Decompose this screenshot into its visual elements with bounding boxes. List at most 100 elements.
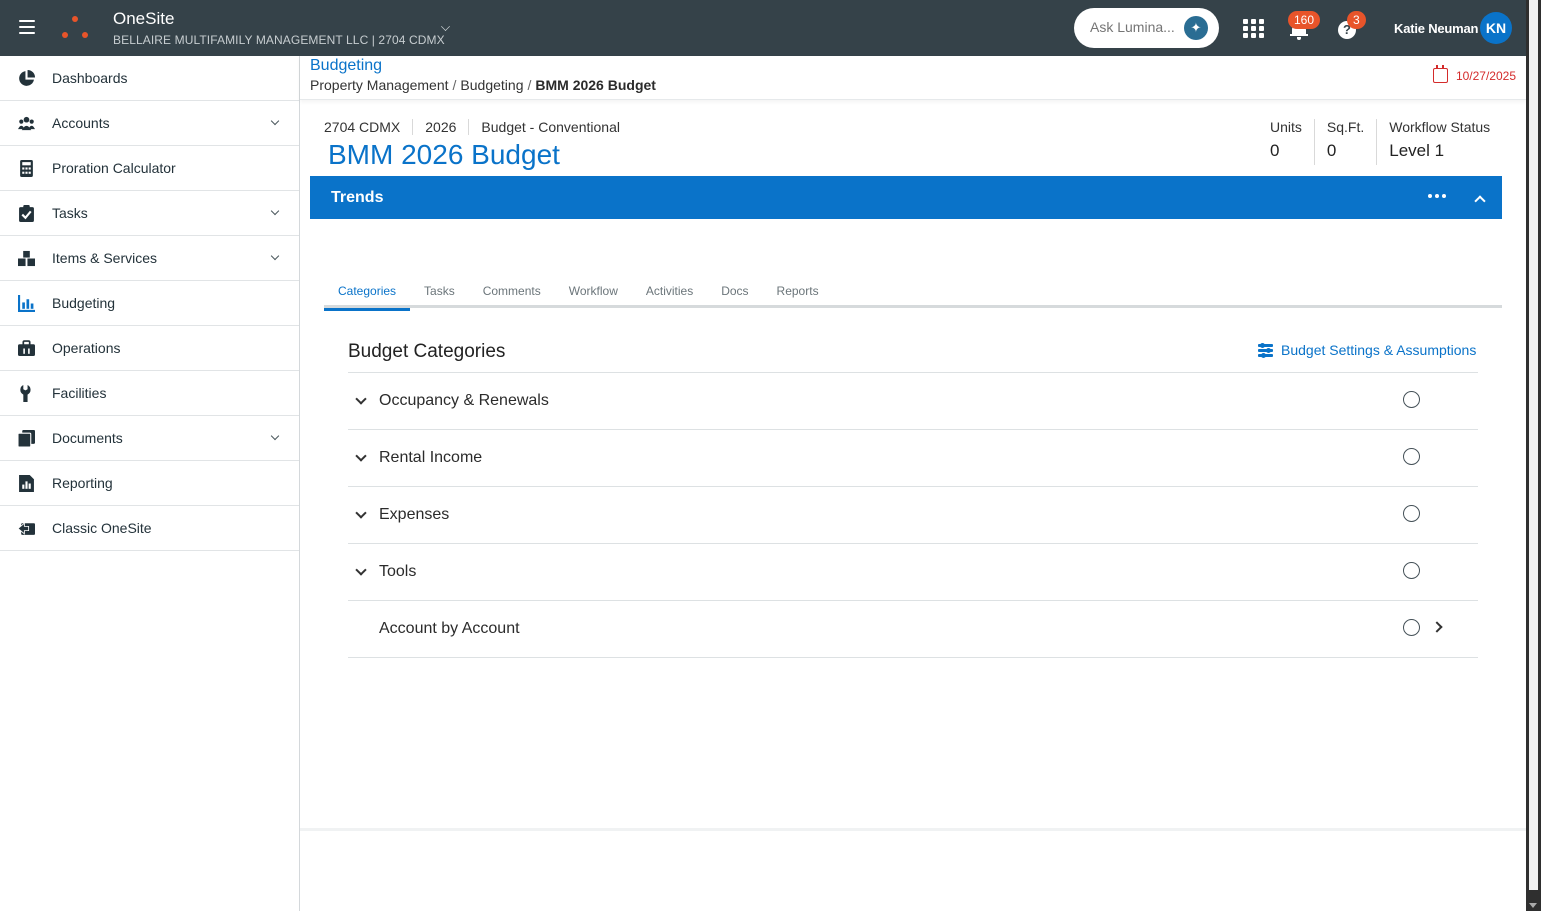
- hamburger-menu-icon[interactable]: [19, 20, 35, 34]
- category-label: Tools: [379, 563, 417, 580]
- sidebar-item-dashboards[interactable]: Dashboards: [0, 56, 299, 101]
- chevron-down-icon[interactable]: [270, 206, 280, 216]
- tab-docs[interactable]: Docs: [707, 280, 762, 308]
- users-icon: [18, 116, 35, 131]
- chevron-right-icon[interactable]: [1431, 621, 1443, 633]
- sidebar-item-budgeting[interactable]: Budgeting: [0, 281, 299, 326]
- trends-panel-header[interactable]: Trends: [310, 176, 1502, 219]
- ask-lumina-input[interactable]: [1090, 19, 1186, 35]
- page-title[interactable]: Budgeting: [310, 57, 382, 75]
- sidebar-item-classic-onesite[interactable]: Classic OneSite: [0, 506, 299, 551]
- category-row-account-by-account[interactable]: Account by Account: [348, 601, 1478, 658]
- stat-units: Units 0: [1258, 119, 1314, 165]
- category-row-occupancy-renewals[interactable]: Occupancy & Renewals: [348, 373, 1478, 430]
- scrollbar-thumb[interactable]: [1529, 0, 1538, 890]
- sidebar: Dashboards Accounts Proration Calculator…: [0, 56, 300, 911]
- year-label: 2026: [412, 119, 468, 135]
- top-bar: OneSite BELLAIRE MULTIFAMILY MANAGEMENT …: [0, 0, 1526, 56]
- chevron-down-icon[interactable]: [355, 507, 367, 519]
- chevron-down-icon[interactable]: [270, 431, 280, 441]
- tab-bar: Categories Tasks Comments Workflow Activ…: [324, 280, 1502, 311]
- sidebar-item-label: Accounts: [52, 115, 110, 131]
- sidebar-item-label: Tasks: [52, 205, 88, 221]
- sidebar-item-reporting[interactable]: Reporting: [0, 461, 299, 506]
- page-header: Budgeting Property Management / Budgeting /…: [300, 56, 1526, 100]
- property-label: 2704 CDMX: [324, 119, 401, 135]
- chevron-down-icon[interactable]: [441, 22, 450, 31]
- bar-chart-icon: [18, 295, 35, 312]
- category-row-tools[interactable]: Tools: [348, 544, 1478, 601]
- chevron-up-icon[interactable]: [1474, 195, 1486, 207]
- sparkle-icon[interactable]: ✦: [1184, 16, 1208, 40]
- classic-icon: [18, 522, 35, 535]
- budget-meta: 2704 CDMX 2026 Budget - Conventional: [324, 119, 632, 135]
- status-circle-icon: [1403, 448, 1420, 465]
- sidebar-item-accounts[interactable]: Accounts: [0, 101, 299, 146]
- tab-categories[interactable]: Categories: [324, 280, 411, 311]
- sidebar-item-label: Reporting: [52, 475, 113, 491]
- stat-value: 0: [1326, 141, 1337, 160]
- stat-label: Units: [1270, 119, 1302, 135]
- pie-chart-icon: [19, 70, 35, 86]
- sidebar-item-label: Proration Calculator: [52, 160, 176, 176]
- documents-icon: [18, 430, 35, 447]
- date-label[interactable]: 10/27/2025: [1456, 69, 1516, 83]
- sidebar-item-label: Documents: [52, 430, 123, 446]
- tab-activities[interactable]: Activities: [632, 280, 707, 308]
- user-name[interactable]: Katie Neuman: [1394, 21, 1478, 36]
- stat-label: Workflow Status: [1389, 119, 1491, 135]
- category-label: Account by Account: [379, 620, 520, 637]
- stat-label: Sq.Ft.: [1326, 119, 1365, 135]
- sidebar-item-items-services[interactable]: Items & Services: [0, 236, 299, 281]
- sidebar-item-operations[interactable]: Operations: [0, 326, 299, 371]
- breadcrumb-item[interactable]: Budgeting: [460, 77, 523, 93]
- ask-lumina-search[interactable]: ✦: [1074, 8, 1219, 48]
- chevron-down-icon[interactable]: [355, 450, 367, 462]
- chevron-down-icon[interactable]: [270, 116, 280, 126]
- sidebar-item-label: Dashboards: [52, 70, 128, 86]
- sliders-icon: [1258, 342, 1273, 358]
- category-label: Rental Income: [379, 449, 483, 466]
- sidebar-item-facilities[interactable]: Facilities: [0, 371, 299, 416]
- tab-tasks[interactable]: Tasks: [410, 280, 469, 308]
- category-row-expenses[interactable]: Expenses: [348, 487, 1478, 544]
- scroll-down-arrow-icon[interactable]: [1529, 903, 1537, 908]
- stat-workflow-status: Workflow Status Level 1: [1376, 119, 1502, 165]
- breadcrumb: Property Management / Budgeting / BMM 2026 B…: [310, 77, 656, 93]
- apps-grid-icon[interactable]: [1243, 19, 1264, 38]
- sidebar-item-tasks[interactable]: Tasks: [0, 191, 299, 236]
- sidebar-item-label: Items & Services: [52, 250, 158, 266]
- chevron-down-icon[interactable]: [355, 393, 367, 405]
- status-circle-icon: [1403, 562, 1420, 579]
- calendar-icon[interactable]: [1433, 65, 1448, 83]
- tab-comments[interactable]: Comments: [469, 280, 555, 308]
- notification-count-badge: 160: [1288, 11, 1321, 29]
- categories-heading: Budget Categories: [348, 341, 506, 362]
- chevron-down-icon[interactable]: [270, 251, 280, 261]
- sidebar-item-label: Operations: [52, 340, 121, 356]
- onesite-logo: [60, 16, 90, 42]
- sidebar-item-proration-calculator[interactable]: Proration Calculator: [0, 146, 299, 191]
- more-options-icon[interactable]: [1428, 194, 1446, 198]
- chevron-down-icon[interactable]: [355, 564, 367, 576]
- boxes-icon: [18, 250, 35, 267]
- clipboard-check-icon: [19, 205, 34, 222]
- tab-reports[interactable]: Reports: [763, 280, 833, 308]
- budget-settings-link[interactable]: Budget Settings & Assumptions: [1258, 342, 1476, 358]
- budget-settings-label: Budget Settings & Assumptions: [1281, 342, 1477, 358]
- help-count-badge: 3: [1347, 11, 1366, 29]
- category-row-rental-income[interactable]: Rental Income: [348, 430, 1478, 487]
- briefcase-icon: [18, 340, 35, 356]
- avatar[interactable]: KN: [1480, 12, 1512, 44]
- breadcrumb-item[interactable]: Property Management: [310, 77, 449, 93]
- tab-workflow[interactable]: Workflow: [555, 280, 632, 308]
- status-circle-icon: [1403, 619, 1420, 636]
- status-circle-icon: [1403, 505, 1420, 522]
- breadcrumb-current: BMM 2026 Budget: [535, 77, 656, 93]
- vertical-scrollbar[interactable]: [1526, 0, 1541, 911]
- sidebar-item-documents[interactable]: Documents: [0, 416, 299, 461]
- calculator-icon: [20, 160, 33, 177]
- report-icon: [19, 475, 34, 492]
- company-selector[interactable]: BELLAIRE MULTIFAMILY MANAGEMENT LLC | 27…: [113, 33, 445, 47]
- budget-title: BMM 2026 Budget: [328, 139, 560, 170]
